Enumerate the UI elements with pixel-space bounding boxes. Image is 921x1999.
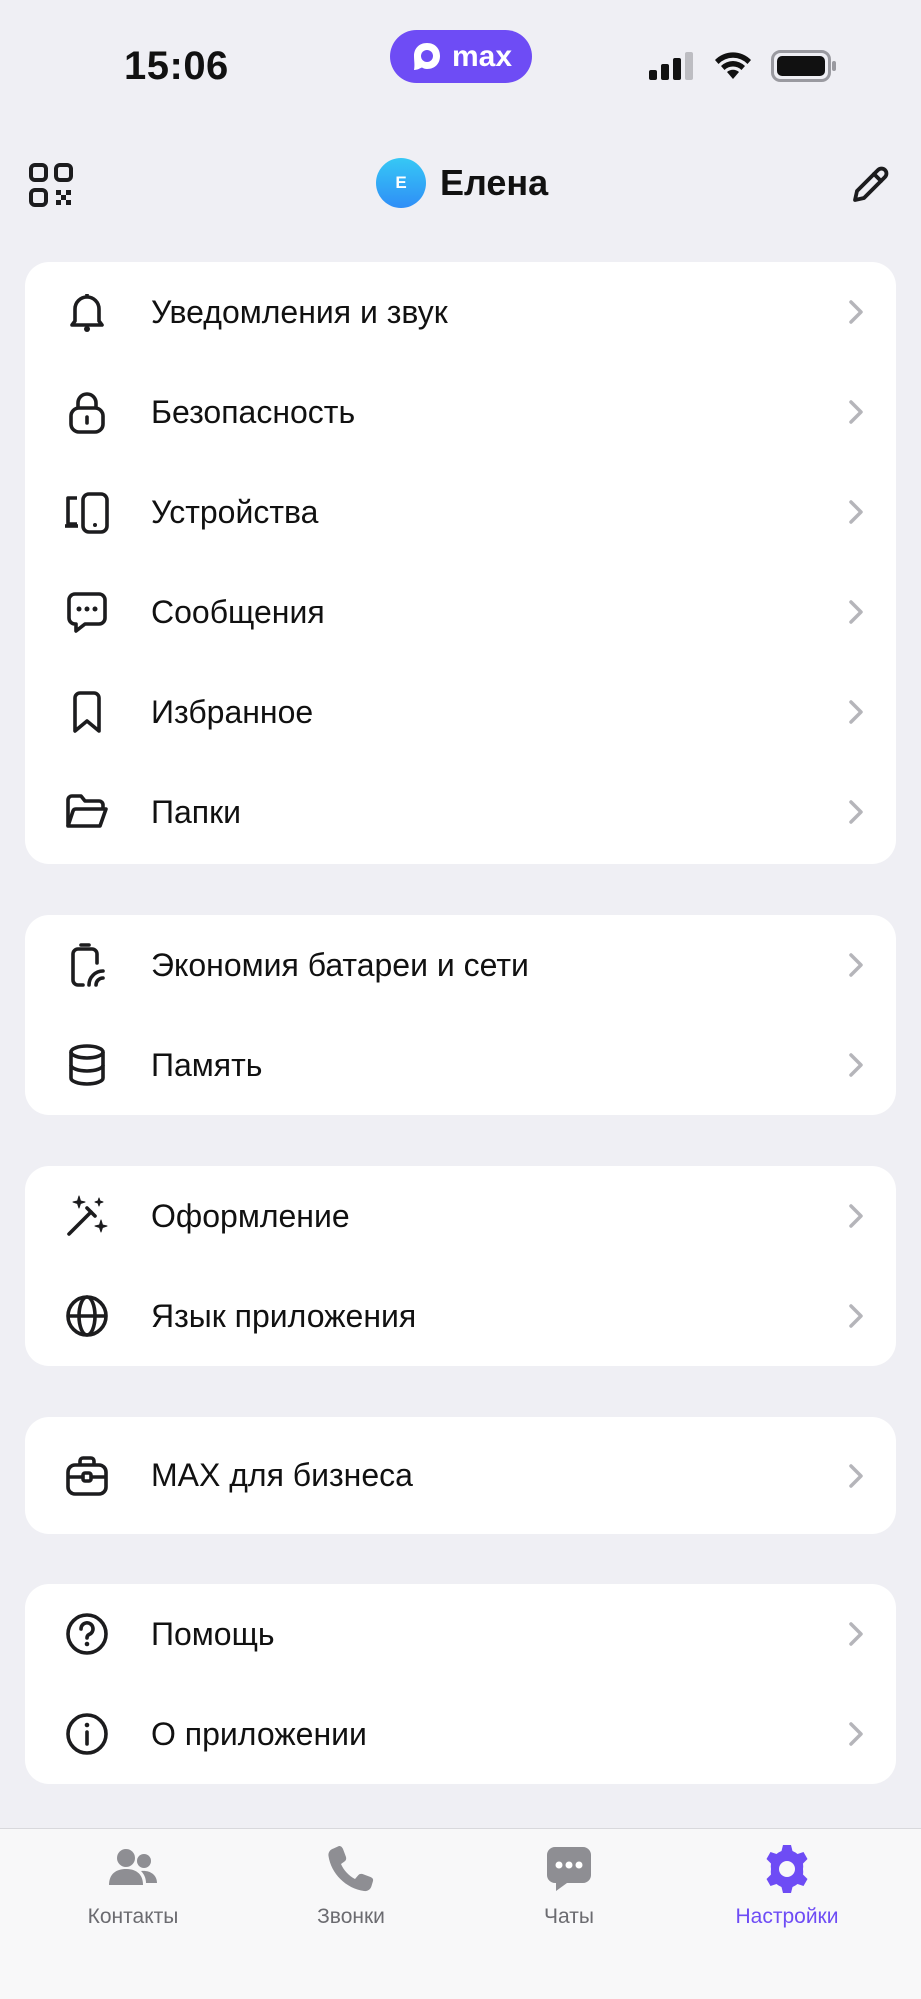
settings-row-label: Безопасность — [151, 393, 356, 430]
settings-row-label: Уведомления и звук — [151, 293, 448, 330]
settings-row-help[interactable]: Помощь — [25, 1584, 896, 1684]
settings-row-appearance[interactable]: Оформление — [25, 1166, 896, 1266]
settings-row-label: Устройства — [151, 493, 319, 530]
tab-chats[interactable]: Чаты — [469, 1841, 669, 1929]
settings-row-battery-saver[interactable]: Экономия батареи и сети — [25, 915, 896, 1015]
status-time: 15:06 — [124, 44, 229, 88]
contacts-icon — [109, 1849, 157, 1885]
settings-row-business[interactable]: MAX для бизнеса — [25, 1417, 896, 1534]
lock-icon — [69, 392, 105, 434]
wifi-icon — [715, 52, 751, 79]
max-app-pill[interactable]: max — [390, 30, 532, 83]
settings-row-label: MAX для бизнеса — [151, 1457, 413, 1493]
chevron-right-icon — [849, 1463, 863, 1488]
info-icon — [66, 1713, 108, 1755]
tab-label: Настройки — [735, 1905, 839, 1928]
briefcase-icon — [66, 1455, 108, 1496]
chevron-right-icon — [849, 800, 863, 824]
chevron-right-icon — [849, 1304, 863, 1328]
chevron-right-icon — [849, 600, 863, 624]
status-bar: 15:06 max — [0, 0, 921, 120]
settings-row-label: Язык приложения — [151, 1297, 417, 1334]
tab-label: Звонки — [317, 1905, 385, 1928]
pencil-icon[interactable] — [847, 162, 893, 208]
chevron-right-icon — [849, 1053, 863, 1077]
settings-group-appearance: Оформление Язык приложения — [25, 1166, 896, 1366]
settings-row-devices[interactable]: Устройства — [25, 462, 896, 562]
max-logo-icon — [413, 42, 440, 70]
settings-row-security[interactable]: Безопасность — [25, 362, 896, 462]
battery-saver-icon — [71, 943, 105, 987]
settings-group-business: MAX для бизнеса — [25, 1417, 896, 1534]
bell-icon — [70, 294, 104, 332]
profile-summary[interactable]: Е Елена — [376, 158, 548, 208]
globe-icon — [66, 1295, 108, 1337]
qr-code-icon[interactable] — [28, 162, 74, 208]
settings-group-data: Экономия батареи и сети Память — [25, 915, 896, 1115]
profile-header: Е Елена — [0, 150, 921, 220]
settings-gear-icon — [766, 1845, 808, 1893]
chevron-right-icon — [849, 700, 863, 724]
bottom-tab-bar: Контакты Звонки Чаты Настройки — [0, 1828, 921, 1999]
bookmark-icon — [73, 691, 101, 733]
chevron-right-icon — [849, 1622, 863, 1646]
cellular-signal-icon — [649, 52, 693, 80]
tab-label: Контакты — [87, 1905, 179, 1928]
settings-row-notifications[interactable]: Уведомления и звук — [25, 262, 896, 362]
tab-contacts[interactable]: Контакты — [33, 1841, 233, 1929]
settings-row-label: Сообщения — [151, 593, 325, 630]
folder-icon — [66, 794, 108, 828]
chevron-right-icon — [849, 300, 863, 324]
settings-row-favorites[interactable]: Избранное — [25, 662, 896, 762]
chevron-right-icon — [849, 1722, 863, 1746]
chevron-right-icon — [849, 500, 863, 524]
settings-row-storage[interactable]: Память — [25, 1015, 896, 1115]
settings-row-language[interactable]: Язык приложения — [25, 1266, 896, 1366]
settings-row-label: Помощь — [151, 1615, 275, 1652]
settings-row-about[interactable]: О приложении — [25, 1684, 896, 1784]
status-icons — [649, 50, 837, 82]
settings-row-label: Оформление — [151, 1197, 350, 1234]
settings-row-label: Экономия батареи и сети — [151, 946, 529, 983]
settings-row-label: Папки — [151, 793, 241, 830]
settings-group-about: Помощь О приложении — [25, 1584, 896, 1784]
tab-settings[interactable]: Настройки — [687, 1841, 887, 1929]
settings-row-label: Избранное — [151, 693, 314, 730]
database-icon — [69, 1044, 105, 1086]
help-icon — [66, 1613, 108, 1655]
tab-label: Чаты — [544, 1905, 594, 1928]
profile-name: Елена — [440, 162, 549, 203]
settings-group-general: Уведомления и звук Безопасность Устройст… — [25, 262, 896, 864]
battery-icon — [771, 50, 836, 82]
magic-wand-icon — [67, 1195, 108, 1236]
chats-icon — [547, 1847, 591, 1891]
chat-bubble-icon — [67, 592, 107, 633]
settings-row-messages[interactable]: Сообщения — [25, 562, 896, 662]
chevron-right-icon — [849, 400, 863, 424]
chevron-right-icon — [849, 1204, 863, 1228]
settings-row-folders[interactable]: Папки — [25, 762, 896, 862]
max-pill-label: max — [451, 39, 513, 73]
chevron-right-icon — [849, 953, 863, 977]
settings-row-label: Память — [151, 1046, 263, 1083]
devices-icon — [65, 492, 109, 534]
settings-row-label: О приложении — [151, 1715, 367, 1752]
phone-icon — [328, 1846, 374, 1892]
tab-calls[interactable]: Звонки — [251, 1841, 451, 1929]
avatar: Е — [376, 158, 426, 208]
